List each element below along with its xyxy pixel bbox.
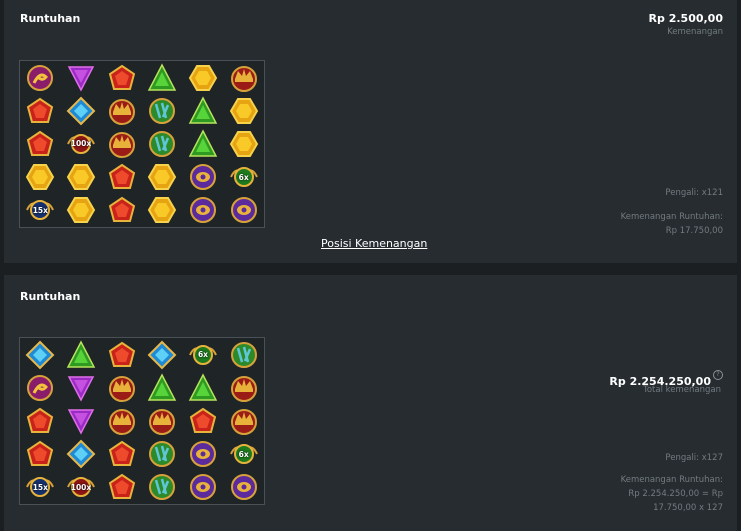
mult-6x-icon: 6x [183, 338, 224, 371]
citrine-hex-icon [223, 94, 264, 127]
ruby-pent-icon [183, 404, 224, 437]
ruby-pent-icon [101, 471, 142, 504]
ruby-pent-icon [20, 438, 61, 471]
ruby-pent-icon [20, 94, 61, 127]
scarab-green-icon [142, 471, 183, 504]
cascade-win-label: Kemenangan Runtuhan: [620, 212, 723, 222]
bet-label: Kemenangan [667, 27, 723, 37]
mult-100x-icon: 100x [61, 471, 102, 504]
scarab-purple-icon [223, 471, 264, 504]
cascade-panel-2: Runtuhan 6x 6x 15x 100x Rp 2.254.250,00? To… [4, 275, 737, 531]
emerald-tri-icon [142, 371, 183, 404]
bet-amount: Rp 2.500,00 [648, 12, 723, 25]
scarab-purple-icon [223, 194, 264, 227]
cascade-win-line2: 17.750,00 x 127 [653, 503, 723, 513]
amethyst-icon [61, 61, 102, 94]
crown-icon [223, 61, 264, 94]
mult-6x-icon: 6x [223, 161, 264, 194]
multiplier-label: 6x [197, 350, 209, 360]
crown-icon [142, 404, 183, 437]
cascade-panel-1: Runtuhan Rp 2.500,00 Kemenangan 100x 6x 15… [4, 0, 737, 263]
sapphire-icon [20, 338, 61, 371]
scarab-green-icon [142, 127, 183, 160]
scarab-green-icon [223, 338, 264, 371]
crown-icon [223, 404, 264, 437]
panel-title: Runtuhan [20, 12, 81, 25]
amethyst-icon [61, 371, 102, 404]
ruby-pent-icon [101, 61, 142, 94]
ruby-pent-icon [101, 161, 142, 194]
scarab-green-icon [142, 438, 183, 471]
ruby-pent-icon [101, 338, 142, 371]
sapphire-icon [61, 438, 102, 471]
emerald-tri-icon [61, 338, 102, 371]
emerald-tri-icon [142, 61, 183, 94]
crown-icon [101, 94, 142, 127]
snake-icon [20, 61, 61, 94]
multiplier-label: 6x [238, 449, 249, 459]
ruby-pent-icon [20, 127, 61, 160]
multiplier-label: 15x [32, 205, 48, 215]
citrine-hex-icon [20, 161, 61, 194]
citrine-hex-icon [183, 61, 224, 94]
multiplier-label: 100x [70, 482, 92, 492]
scarab-purple-icon [183, 194, 224, 227]
sapphire-icon [142, 338, 183, 371]
multiplier-text: Pengali: x121 [665, 188, 723, 198]
sapphire-icon [61, 94, 102, 127]
citrine-hex-icon [142, 194, 183, 227]
citrine-hex-icon [142, 161, 183, 194]
cascade-win-label: Kemenangan Runtuhan: [620, 475, 723, 485]
winning-positions-link[interactable]: Posisi Kemenangan [321, 237, 427, 250]
snake-icon [20, 371, 61, 404]
cascade-win-value: Rp 17.750,00 [665, 226, 723, 236]
multiplier-label: 6x [238, 172, 249, 182]
citrine-hex-icon [61, 161, 102, 194]
ruby-pent-icon [20, 404, 61, 437]
ruby-pent-icon [101, 194, 142, 227]
mult-6x-icon: 6x [223, 438, 264, 471]
emerald-tri-icon [183, 371, 224, 404]
emerald-tri-icon [183, 127, 224, 160]
symbol-grid: 100x 6x 15x [19, 60, 265, 228]
multiplier-text: Pengali: x127 [665, 453, 723, 463]
citrine-hex-icon [61, 194, 102, 227]
cascade-win-line1: Rp 2.254.250,00 = Rp [628, 489, 723, 499]
help-icon[interactable]: ? [713, 370, 723, 380]
panel-title: Runtuhan [20, 290, 81, 303]
citrine-hex-icon [223, 127, 264, 160]
ruby-pent-icon [101, 438, 142, 471]
crown-icon [101, 371, 142, 404]
crown-icon [223, 371, 264, 404]
emerald-tri-icon [183, 94, 224, 127]
mult-100x-icon: 100x [61, 127, 102, 160]
mult-15x-icon: 15x [20, 194, 61, 227]
scarab-purple-icon [183, 161, 224, 194]
amethyst-icon [61, 404, 102, 437]
multiplier-label: 100x [70, 139, 92, 149]
symbol-grid: 6x 6x 15x 100x [19, 337, 265, 505]
crown-icon [101, 127, 142, 160]
scarab-green-icon [142, 94, 183, 127]
multiplier-label: 15x [32, 482, 48, 492]
crown-icon [101, 404, 142, 437]
mult-15x-icon: 15x [20, 471, 61, 504]
scarab-purple-icon [183, 438, 224, 471]
total-win-label: Total kemenangan [643, 385, 721, 395]
scarab-purple-icon [183, 471, 224, 504]
